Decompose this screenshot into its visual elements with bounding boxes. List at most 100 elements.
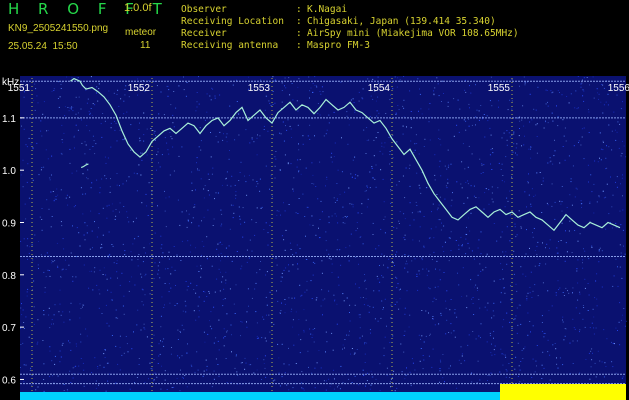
noise-dot: [585, 359, 587, 360]
noise-dot: [178, 155, 180, 157]
noise-dot: [419, 360, 421, 362]
noise-dot: [111, 203, 113, 205]
noise-dot: [300, 339, 302, 341]
noise-dot: [458, 359, 460, 361]
noise-dot: [106, 362, 108, 364]
noise-dot: [222, 299, 224, 300]
noise-dot: [437, 83, 439, 85]
noise-dot: [596, 273, 598, 275]
noise-dot: [220, 209, 222, 211]
noise-dot: [119, 284, 121, 286]
noise-dot: [105, 178, 107, 180]
noise-dot: [186, 210, 187, 212]
noise-dot: [429, 333, 431, 335]
noise-dot: [92, 247, 93, 249]
noise-dot: [92, 135, 94, 137]
noise-dot: [259, 135, 261, 137]
noise-dot: [411, 358, 413, 360]
noise-dot: [559, 200, 561, 202]
info-sep-location: :: [296, 16, 302, 27]
info-sep-antenna: :: [296, 40, 302, 51]
noise-dot: [88, 110, 90, 112]
noise-dot: [233, 303, 235, 305]
noise-dot: [286, 384, 288, 386]
noise-dot: [541, 364, 543, 366]
noise-dot: [313, 183, 315, 185]
noise-dot: [239, 172, 241, 173]
noise-dot: [288, 204, 290, 205]
noise-dot: [212, 88, 214, 90]
noise-dot: [64, 115, 66, 117]
noise-dot: [76, 345, 77, 347]
noise-dot: [589, 201, 591, 203]
noise-dot: [379, 265, 380, 266]
noise-dot: [472, 297, 474, 298]
noise-dot: [516, 290, 518, 292]
noise-dot: [224, 298, 226, 300]
noise-dot: [59, 289, 61, 291]
noise-dot: [450, 299, 452, 300]
noise-dot: [256, 322, 258, 324]
noise-dot: [289, 125, 291, 127]
noise-dot: [461, 296, 463, 297]
noise-dot: [503, 319, 505, 321]
noise-dot: [386, 367, 388, 369]
noise-dot: [620, 108, 622, 110]
noise-dot: [313, 341, 315, 343]
noise-dot: [430, 116, 432, 118]
noise-dot: [624, 253, 626, 255]
noise-dot: [57, 375, 59, 377]
noise-dot: [288, 264, 289, 266]
noise-dot: [41, 167, 43, 168]
noise-dot: [560, 240, 562, 241]
noise-dot: [297, 213, 299, 214]
noise-dot: [297, 86, 299, 88]
noise-dot: [516, 154, 518, 156]
noise-dot: [218, 242, 220, 244]
noise-dot: [121, 354, 123, 356]
noise-dot: [169, 174, 171, 176]
noise-dot: [248, 76, 249, 78]
noise-dot: [396, 387, 398, 389]
noise-dot: [137, 94, 139, 96]
noise-dot: [49, 177, 51, 179]
noise-dot: [189, 251, 191, 253]
noise-dot: [44, 291, 46, 293]
noise-dot: [31, 352, 33, 354]
noise-dot: [478, 335, 480, 337]
noise-dot: [373, 290, 375, 292]
noise-dot: [119, 129, 121, 131]
noise-dot: [37, 319, 39, 321]
noise-dot: [338, 385, 340, 387]
noise-dot: [240, 321, 242, 322]
noise-dot: [22, 342, 24, 344]
noise-dot: [565, 230, 566, 232]
noise-dot: [246, 261, 248, 263]
noise-dot: [533, 108, 535, 110]
noise-dot: [23, 96, 25, 98]
noise-dot: [441, 222, 442, 224]
noise-dot: [552, 163, 554, 165]
noise-dot: [490, 372, 492, 374]
noise-dot: [204, 291, 206, 293]
noise-dot: [482, 269, 484, 271]
noise-dot: [284, 372, 286, 374]
noise-dot: [483, 172, 485, 174]
noise-dot: [372, 222, 374, 224]
noise-dot: [531, 297, 533, 298]
noise-dot: [511, 176, 513, 178]
noise-dot: [136, 173, 138, 175]
noise-dot: [588, 111, 590, 113]
noise-dot: [183, 329, 185, 331]
noise-dot: [504, 254, 506, 256]
noise-dot: [185, 281, 187, 282]
noise-dot: [101, 178, 103, 180]
noise-dot: [596, 88, 598, 90]
noise-dot: [158, 355, 160, 357]
noise-dot: [619, 210, 621, 212]
noise-dot: [61, 225, 63, 227]
noise-dot: [611, 149, 613, 151]
noise-dot: [94, 104, 96, 106]
noise-dot: [434, 324, 436, 326]
noise-dot: [597, 161, 599, 163]
